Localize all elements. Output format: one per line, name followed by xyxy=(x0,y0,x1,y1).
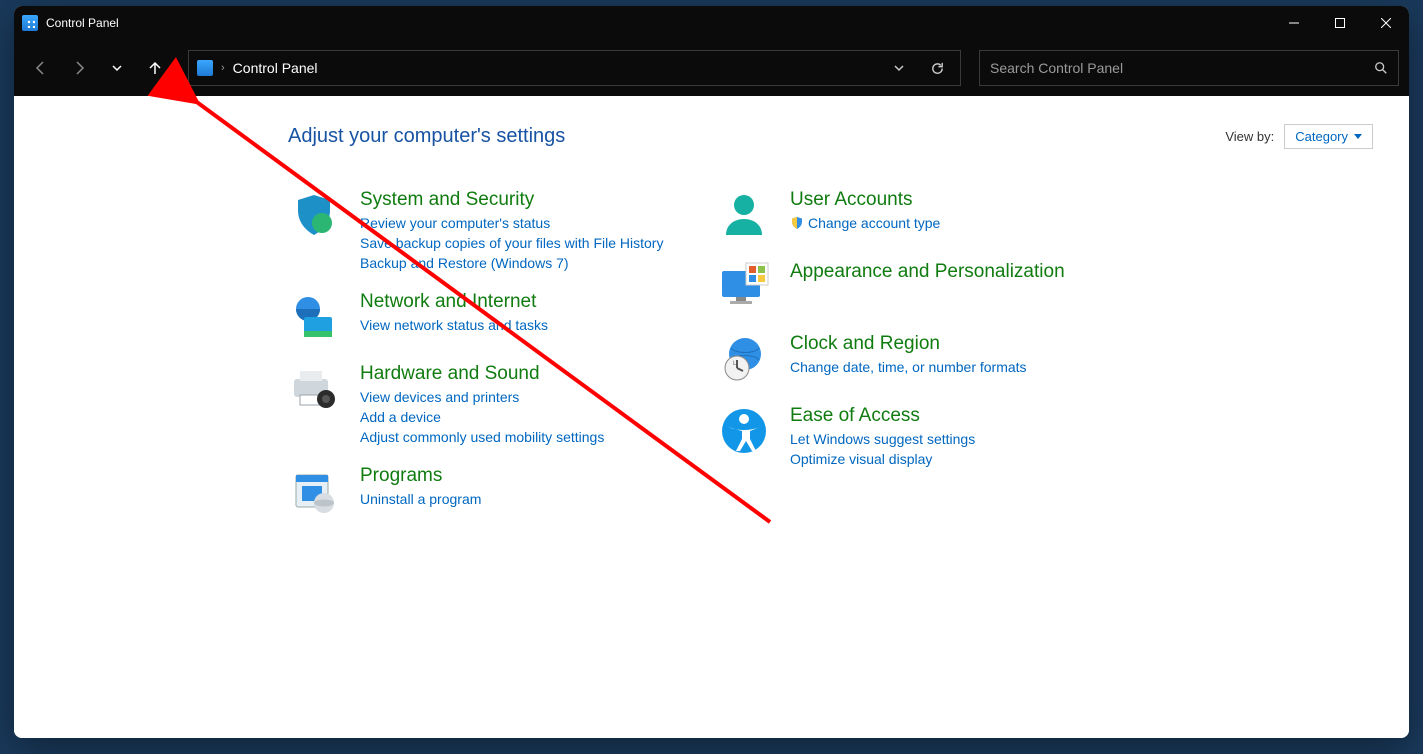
breadcrumb-separator-icon: › xyxy=(221,62,225,74)
category-system-security: System and Security Review your computer… xyxy=(288,189,708,271)
task-link[interactable]: Backup and Restore (Windows 7) xyxy=(360,255,663,271)
programs-icon xyxy=(288,465,340,517)
address-icon xyxy=(197,60,213,76)
category-user-accounts: User Accounts Change account type xyxy=(718,189,1138,241)
address-history-button[interactable] xyxy=(884,62,914,74)
search-icon xyxy=(1374,61,1388,75)
category-network-internet: Network and Internet View network status… xyxy=(288,291,708,343)
window-title: Control Panel xyxy=(46,16,119,30)
control-panel-window: Control Panel › Control Panel xyxy=(14,6,1409,738)
task-link[interactable]: Add a device xyxy=(360,409,604,425)
titlebar: Control Panel xyxy=(14,6,1409,40)
back-button[interactable] xyxy=(24,51,58,85)
globe-clock-icon: L xyxy=(718,333,770,385)
navigation-toolbar: › Control Panel xyxy=(14,40,1409,96)
monitor-tiles-icon xyxy=(718,261,770,313)
minimize-button[interactable] xyxy=(1271,6,1317,40)
category-link[interactable]: Clock and Region xyxy=(790,333,940,354)
breadcrumb[interactable]: Control Panel xyxy=(233,60,318,76)
chevron-down-icon xyxy=(1354,134,1362,140)
printer-camera-icon xyxy=(288,363,340,415)
category-ease-of-access: Ease of Access Let Windows suggest setti… xyxy=(718,405,1138,467)
category-link[interactable]: Appearance and Personalization xyxy=(790,261,1065,282)
task-link[interactable]: View devices and printers xyxy=(360,389,604,405)
search-input[interactable] xyxy=(990,60,1374,76)
view-by-label: View by: xyxy=(1225,129,1274,144)
category-link[interactable]: User Accounts xyxy=(790,189,913,210)
accessibility-icon xyxy=(718,405,770,457)
category-link[interactable]: Programs xyxy=(360,465,442,486)
task-link[interactable]: Change account type xyxy=(790,215,940,231)
task-link[interactable]: Review your computer's status xyxy=(360,215,663,231)
page-title: Adjust your computer's settings xyxy=(288,125,565,148)
category-clock-region: L Clock and Region Change date, time, or… xyxy=(718,333,1138,385)
uac-shield-icon xyxy=(790,216,804,230)
task-link[interactable]: Optimize visual display xyxy=(790,451,975,467)
view-by-value: Category xyxy=(1295,129,1348,144)
shield-icon xyxy=(288,189,340,241)
category-hardware-sound: Hardware and Sound View devices and prin… xyxy=(288,363,708,445)
task-link[interactable]: Save backup copies of your files with Fi… xyxy=(360,235,663,251)
task-link[interactable]: View network status and tasks xyxy=(360,317,548,333)
category-link[interactable]: Network and Internet xyxy=(360,291,536,312)
category-link[interactable]: System and Security xyxy=(360,189,534,210)
refresh-button[interactable] xyxy=(922,61,952,76)
close-button[interactable] xyxy=(1363,6,1409,40)
maximize-button[interactable] xyxy=(1317,6,1363,40)
forward-button[interactable] xyxy=(62,51,96,85)
view-by-dropdown[interactable]: Category xyxy=(1284,124,1373,149)
search-box[interactable] xyxy=(979,50,1399,86)
task-link[interactable]: Let Windows suggest settings xyxy=(790,431,975,447)
globe-monitor-icon xyxy=(288,291,340,343)
control-panel-icon xyxy=(22,15,38,31)
user-icon xyxy=(718,189,770,241)
content-area: Adjust your computer's settings View by:… xyxy=(14,96,1409,738)
task-link[interactable]: Change date, time, or number formats xyxy=(790,359,1027,375)
category-link[interactable]: Ease of Access xyxy=(790,405,920,426)
view-by-control: View by: Category xyxy=(1225,124,1373,149)
category-link[interactable]: Hardware and Sound xyxy=(360,363,540,384)
category-programs: Programs Uninstall a program xyxy=(288,465,708,517)
task-link[interactable]: Adjust commonly used mobility settings xyxy=(360,429,604,445)
task-link[interactable]: Uninstall a program xyxy=(360,491,481,507)
category-appearance-personalization: Appearance and Personalization xyxy=(718,261,1138,313)
up-button[interactable] xyxy=(138,51,172,85)
recent-locations-button[interactable] xyxy=(100,51,134,85)
category-grid: System and Security Review your computer… xyxy=(288,189,1373,517)
address-bar[interactable]: › Control Panel xyxy=(188,50,961,86)
